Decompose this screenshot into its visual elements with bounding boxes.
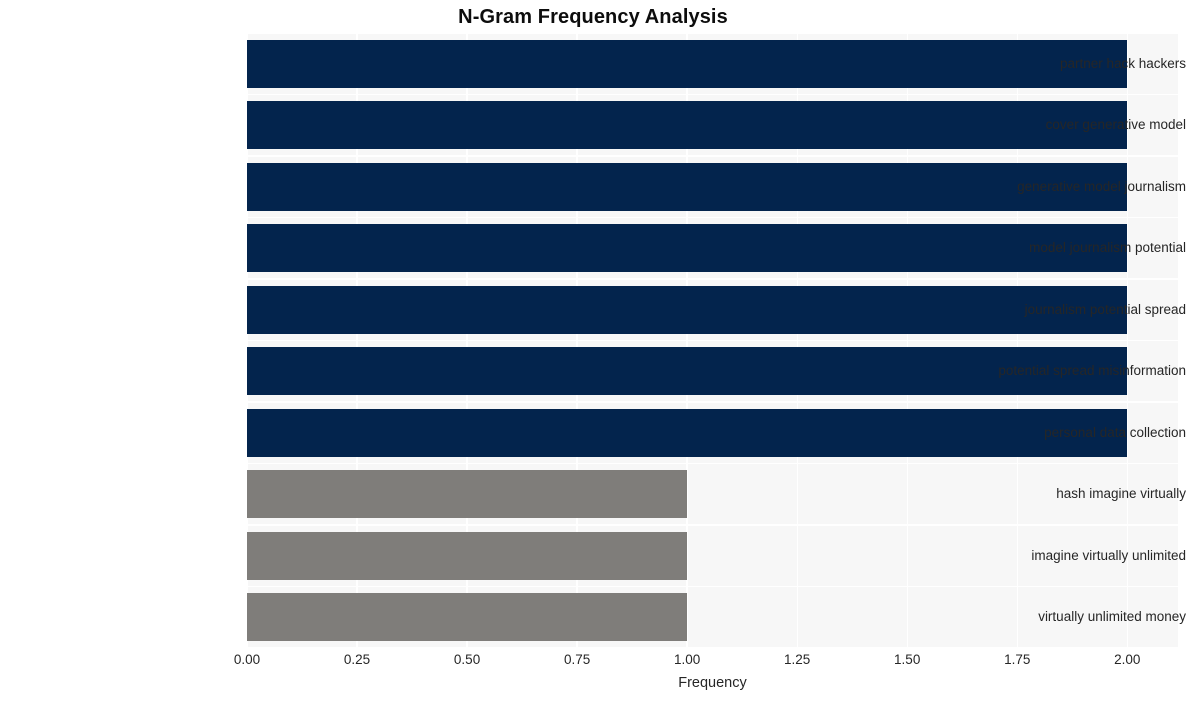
y-tick-label: hash imagine virtually [1056,486,1186,502]
x-tick-label: 0.50 [453,652,481,667]
bar[interactable] [247,593,688,642]
y-tick-label: cover generative model [1045,117,1186,133]
bar[interactable] [247,470,688,519]
y-tick-label: imagine virtually unlimited [1031,547,1186,563]
chart-title: N-Gram Frequency Analysis [458,6,728,28]
x-tick-label: 0.25 [343,652,371,667]
gridline-y-8 [247,524,1178,526]
gridline-y-4 [247,278,1178,280]
bar[interactable] [247,531,688,580]
chart-figure: N-Gram Frequency Analysis partner hack h… [0,0,1186,701]
y-tick-label: generative model journalism [1017,178,1186,194]
y-tick-label: virtually unlimited money [1038,609,1186,625]
x-tick-label: 1.75 [1004,652,1031,667]
gridline-y-5 [247,339,1178,342]
x-tick-label: 0.75 [563,652,591,667]
gridline-y-9 [247,585,1178,588]
gridline-y-0 [247,33,1178,34]
gridline-y-6 [247,401,1178,403]
x-tick-label: 1.50 [894,652,921,667]
x-tick-label: 1.25 [784,652,811,667]
x-axis-label: Frequency [678,675,747,691]
y-tick-label: partner hack hackers [1059,55,1186,71]
y-tick-label: personal data collection [1044,424,1186,440]
gridline-y-7 [247,462,1178,465]
gridline-y-2 [247,155,1178,157]
y-tick-label: model journalism potential [1029,240,1186,256]
y-tick-label: potential spread misinformation [998,363,1186,379]
x-tick-label: 2.00 [1114,652,1141,667]
gridline-y-10 [247,647,1178,648]
gridline-y-1 [247,93,1178,96]
x-tick-label: 0.00 [233,652,261,667]
gridline-y-3 [247,216,1178,219]
y-tick-label: journalism potential spread [1024,301,1186,317]
x-tick-label: 1.00 [673,652,701,667]
